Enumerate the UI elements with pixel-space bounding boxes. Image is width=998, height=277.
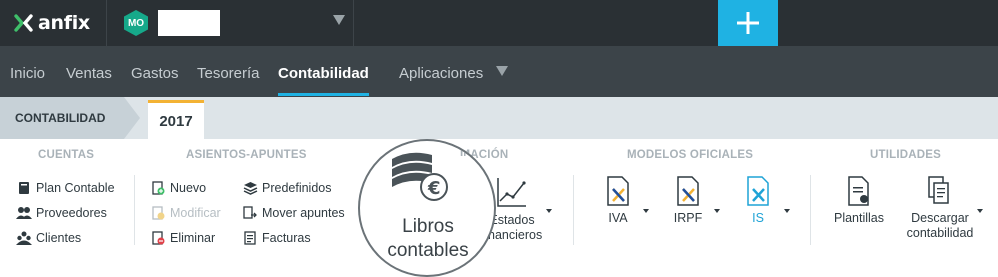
plus-icon [737, 12, 759, 34]
nuevo-label: Nuevo [170, 181, 207, 195]
modificar-label: Modificar [170, 206, 221, 220]
tax-form-icon [677, 176, 699, 206]
modificar-asiento-button[interactable]: Modificar [150, 205, 221, 221]
anfix-logo[interactable]: anfix [14, 11, 90, 35]
copy-documents-icon [928, 176, 949, 204]
clientes-label: Clientes [36, 231, 82, 245]
invoice-icon [242, 230, 258, 246]
users-icon [16, 205, 32, 221]
doc-move-icon [242, 205, 258, 221]
doc-edit-icon [150, 205, 166, 221]
nav-item-inicio[interactable]: Inicio [10, 65, 45, 82]
clientes-button[interactable]: Clientes [16, 230, 81, 246]
mover-apuntes-button[interactable]: Mover apuntes [242, 205, 345, 221]
modelo-irpf-button[interactable]: IRPF [666, 175, 710, 226]
breadcrumb: CONTABILIDAD 2017 [0, 97, 998, 139]
modelo-is-button[interactable]: IS [736, 175, 780, 226]
magnifier-libros-contables[interactable]: INF € Libros contables [358, 139, 496, 277]
group-title-asientos: ASIENTOS-APUNTES [186, 149, 307, 161]
svg-text:€: € [427, 178, 441, 199]
predefinidos-button[interactable]: Predefinidos [242, 180, 332, 196]
line-chart-icon [497, 178, 526, 207]
plan-contable-button[interactable]: Plan Contable [16, 180, 115, 196]
layers-icon [242, 180, 258, 196]
divider [810, 175, 811, 245]
descargar-contabilidad-button[interactable]: Descargar contabilidad [900, 175, 980, 241]
irpf-dropdown-caret[interactable] [714, 209, 720, 213]
facturas-label: Facturas [262, 231, 311, 245]
chevron-down-icon[interactable] [496, 66, 508, 76]
predefinidos-label: Predefinidos [262, 181, 332, 195]
facturas-button[interactable]: Facturas [242, 230, 311, 246]
nav-item-ventas[interactable]: Ventas [66, 65, 112, 82]
company-name-field [158, 10, 220, 36]
ribbon-toolbar: CUENTAS Plan Contable Proveedores Client… [0, 139, 998, 262]
doc-delete-icon [150, 230, 166, 246]
company-avatar: MO [123, 9, 149, 37]
descargar-label: Descargar [911, 211, 969, 225]
active-tab-indicator [278, 93, 369, 96]
books-euro-icon: € [392, 152, 448, 201]
libros-label: Libros [402, 216, 454, 237]
nav-item-aplicaciones[interactable]: Aplicaciones [399, 65, 483, 82]
is-label: IS [752, 211, 764, 225]
nav-item-tesoreria[interactable]: Tesorería [197, 65, 260, 82]
contabilidad-label: contabilidad [906, 226, 974, 240]
contables-label: contables [387, 240, 469, 261]
tax-form-icon [607, 176, 629, 206]
group-title-utilidades: UTILIDADES [870, 149, 941, 161]
eliminar-label: Eliminar [170, 231, 216, 245]
magnified-group-title: INF [460, 147, 479, 159]
group-title-cuentas: CUENTAS [38, 149, 95, 161]
nav-item-gastos[interactable]: Gastos [131, 65, 179, 82]
chevron-down-icon[interactable] [333, 15, 345, 25]
tax-form-icon [747, 176, 769, 206]
add-new-button[interactable] [718, 0, 778, 46]
plan-contable-label: Plan Contable [36, 181, 115, 195]
proveedores-label: Proveedores [36, 206, 107, 220]
group-title-modelos: MODELOS OFICIALES [627, 149, 754, 161]
company-selector[interactable]: MO [106, 0, 354, 46]
company-initials: MO [127, 17, 145, 29]
divider [134, 175, 135, 245]
estados-label: Estados [489, 213, 535, 227]
irpf-label: IRPF [673, 211, 703, 225]
iva-label: IVA [608, 211, 628, 225]
iva-dropdown-caret[interactable] [643, 209, 649, 213]
descargar-dropdown-caret[interactable] [977, 209, 983, 213]
proveedores-button[interactable]: Proveedores [16, 205, 107, 221]
modelo-iva-button[interactable]: IVA [596, 175, 640, 226]
top-bar: anfix MO [0, 0, 998, 46]
mover-apuntes-label: Mover apuntes [262, 206, 345, 220]
plantillas-button[interactable]: Plantillas [828, 175, 890, 226]
breadcrumb-section[interactable]: CONTABILIDAD [0, 97, 124, 139]
book-icon [16, 180, 32, 196]
doc-add-icon [150, 180, 166, 196]
logo-text: anfix [38, 12, 90, 34]
breadcrumb-arrow [124, 97, 140, 139]
tab-year[interactable]: 2017 [148, 100, 204, 139]
is-dropdown-caret[interactable] [784, 209, 790, 213]
plantillas-label: Plantillas [833, 211, 885, 225]
estados-dropdown-caret[interactable] [546, 209, 552, 213]
nuevo-asiento-button[interactable]: Nuevo [150, 180, 206, 196]
anfix-x-icon [14, 14, 33, 32]
divider [573, 175, 574, 245]
group-icon [16, 230, 32, 246]
nav-item-contabilidad[interactable]: Contabilidad [278, 65, 369, 82]
template-icon [848, 176, 869, 206]
eliminar-asiento-button[interactable]: Eliminar [150, 230, 215, 246]
main-nav: Inicio Ventas Gastos Tesorería Contabili… [0, 46, 998, 97]
